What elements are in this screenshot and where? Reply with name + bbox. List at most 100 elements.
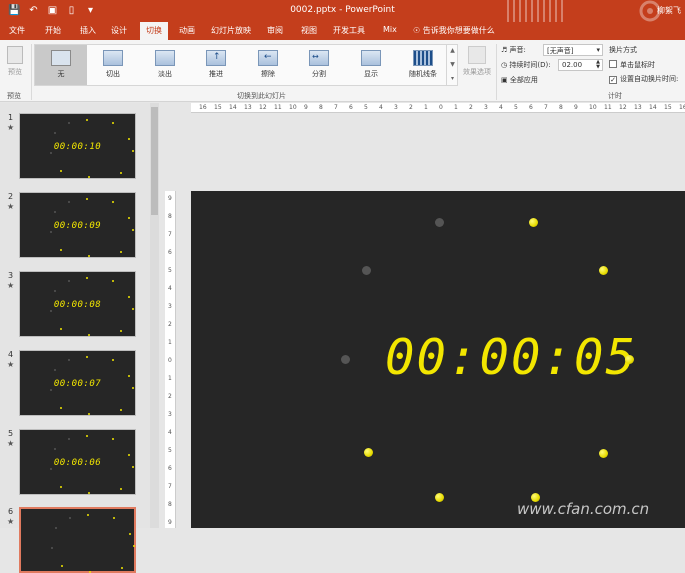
countdown-dot-lit (625, 355, 634, 364)
gallery-scroll[interactable]: ▲ ▼ ▾ (446, 44, 458, 86)
ruler-tick-label: 9 (574, 104, 578, 111)
tab-home[interactable]: 开始 (45, 25, 61, 36)
ruler-tick-label: 6 (168, 249, 172, 256)
effect-push[interactable]: ↑ 推进 (196, 45, 236, 85)
effect-wipe[interactable]: ← 擦除 (248, 45, 288, 85)
effect-none[interactable]: 无 (35, 45, 87, 85)
ruler-tick-label: 7 (168, 483, 172, 490)
thumbnail-dot (54, 448, 56, 450)
tab-view[interactable]: 视图 (301, 25, 317, 36)
thumbnail-dot (128, 217, 130, 219)
sound-select-value: [无声音] (547, 47, 574, 55)
ruler-tick-label: 10 (589, 104, 597, 111)
ruler-tick-label: 4 (379, 104, 383, 111)
tab-design[interactable]: 设计 (111, 25, 127, 36)
window-title: 0002.pptx - PowerPoint (290, 5, 395, 15)
ruler-tick-label: 15 (214, 104, 222, 111)
ruler-tick-label: 13 (244, 104, 252, 111)
tab-transitions[interactable]: 切换 (140, 22, 168, 40)
ruler-tick-label: 2 (168, 393, 172, 400)
thumbnail-clock: 00:00:07 (53, 379, 102, 389)
tab-insert[interactable]: 插入 (80, 25, 96, 36)
preview-button[interactable]: 预览 (3, 46, 27, 77)
thumbnail-dot (50, 310, 52, 312)
thumbnail-dot (51, 547, 53, 549)
thumbnail-dot (113, 517, 115, 519)
effect-fade-icon (155, 50, 175, 66)
on-click-checkbox[interactable]: 单击鼠标时 (609, 60, 655, 70)
thumbnail-dot (86, 277, 88, 279)
countdown-clock[interactable]: 00:00:05 (385, 330, 637, 386)
slide-thumbnail[interactable] (19, 507, 136, 573)
user-name[interactable]: 柳絮飞 (657, 5, 681, 16)
transition-star-icon: ★ (7, 439, 15, 448)
thumbnail-dot (54, 369, 56, 371)
thumbnail-dot (132, 150, 134, 152)
thumbnail-dot (88, 413, 90, 415)
ruler-tick-label: 1 (168, 375, 172, 382)
sound-select[interactable]: [无声音] ▾ (543, 44, 603, 56)
slide-thumbnail[interactable]: 00:00:09 (19, 192, 136, 258)
effect-split[interactable]: ↔ 分割 (299, 45, 339, 85)
lightbulb-icon: ☉ (413, 26, 421, 35)
thumbnail-dot (128, 375, 130, 377)
thumbnail-dot (60, 170, 62, 172)
thumbnail-dot (61, 565, 63, 567)
ruler-tick-label: 9 (168, 519, 172, 526)
thumbnail-dot (60, 407, 62, 409)
effect-random-bars[interactable]: 随机线条 (401, 45, 445, 85)
slide-thumbnail[interactable]: 00:00:06 (19, 429, 136, 495)
ruler-tick-label: 5 (168, 267, 172, 274)
tab-review[interactable]: 审阅 (267, 25, 283, 36)
countdown-dot-lit (435, 493, 444, 502)
thumbnail-scrollbar[interactable] (150, 103, 159, 528)
on-click-box (609, 60, 617, 68)
ruler-tick-label: 7 (334, 104, 338, 111)
ruler-tick-label: 6 (349, 104, 353, 111)
effect-reveal[interactable]: 显示 (351, 45, 391, 85)
ruler-tick-label: 4 (168, 429, 172, 436)
effect-label: 随机线条 (409, 70, 437, 78)
thumbnail-dot (54, 132, 56, 134)
thumbnail-dot (50, 389, 52, 391)
duration-row: ◷ 持续时间(D): (501, 60, 551, 70)
effect-label: 擦除 (261, 70, 275, 78)
effect-options-button[interactable]: 效果选项 (460, 46, 494, 77)
thumbnail-dot (50, 231, 52, 233)
slide-thumbnail[interactable]: 00:00:10 (19, 113, 136, 179)
thumbnail-dot (112, 122, 114, 124)
ruler-tick-label: 9 (168, 195, 172, 202)
thumbnail-dot (120, 251, 122, 253)
tab-mix[interactable]: Mix (383, 25, 397, 34)
tab-file[interactable]: 文件 (9, 25, 25, 36)
slide-thumbnail[interactable]: 00:00:08 (19, 271, 136, 337)
ruler-tick-label: 0 (168, 357, 172, 364)
effect-label: 分割 (312, 70, 326, 78)
tab-animations[interactable]: 动画 (179, 25, 195, 36)
tell-me-text: 告诉我你想要做什么 (422, 26, 495, 35)
ruler-tick-label: 7 (168, 231, 172, 238)
duration-input[interactable]: 02.00 ▲ ▼ (558, 59, 603, 71)
sound-label: 声音: (509, 46, 526, 54)
duration-value: 02.00 (562, 61, 583, 69)
tab-slideshow[interactable]: 幻灯片放映 (211, 25, 251, 36)
thumbnail-dot (54, 211, 56, 213)
effect-fade[interactable]: 淡出 (145, 45, 185, 85)
auto-advance-checkbox[interactable]: ✓ 设置自动换片时间: (609, 74, 678, 84)
tab-developer[interactable]: 开发工具 (333, 25, 365, 36)
ruler-tick-label: 9 (304, 104, 308, 111)
ruler-tick-label: 11 (274, 104, 282, 111)
tell-me-box[interactable]: ☉ 告诉我你想要做什么 (413, 25, 495, 36)
apply-all-button[interactable]: ▣ 全部应用 (501, 75, 538, 85)
scrollbar-thumb[interactable] (151, 107, 158, 215)
slide-thumbnail[interactable]: 00:00:07 (19, 350, 136, 416)
group-divider (31, 44, 32, 100)
transition-star-icon: ★ (7, 517, 15, 526)
thumbnail-dot (128, 454, 130, 456)
effect-cut[interactable]: 切出 (93, 45, 133, 85)
clock-icon: ◷ (501, 61, 508, 69)
slide-number: 5 (8, 429, 14, 438)
thumbnail-dot (86, 356, 88, 358)
thumbnail-dot (50, 468, 52, 470)
thumbnail-dot (120, 330, 122, 332)
